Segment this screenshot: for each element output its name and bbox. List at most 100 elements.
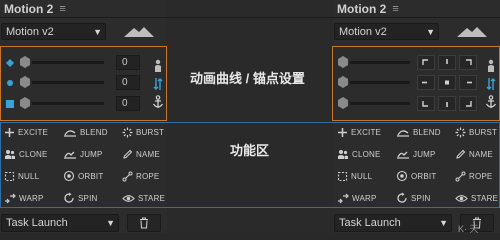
slider-handle-icon[interactable]: [19, 76, 31, 88]
button-label: NAME: [136, 149, 160, 159]
menu-icon[interactable]: ≡: [59, 3, 65, 15]
orbit-icon: [63, 170, 75, 182]
spin-button[interactable]: SPIN: [396, 189, 430, 207]
swap-arrows-icon[interactable]: [153, 77, 163, 91]
name-button[interactable]: NAME: [455, 145, 493, 163]
burst-icon: [455, 127, 466, 137]
task-select[interactable]: Task Launch ▼: [1, 214, 119, 232]
panel-title-text: Motion 2: [337, 2, 387, 16]
slider-track[interactable]: [350, 61, 410, 64]
jump-button[interactable]: JUMP: [63, 145, 103, 163]
panel-title-text: Motion 2: [4, 2, 54, 16]
slider-handle-icon[interactable]: [337, 56, 349, 68]
anchor-bottom-center-button[interactable]: [438, 96, 456, 111]
swap-arrows-icon[interactable]: [486, 77, 496, 91]
delete-button[interactable]: [127, 214, 161, 232]
anchor-middle-left-button[interactable]: [417, 75, 435, 90]
orbit-button[interactable]: ORBIT: [63, 167, 103, 185]
button-label: BURST: [136, 127, 165, 137]
anchor-top-left-button[interactable]: [417, 55, 435, 70]
warp-button[interactable]: WARP: [337, 189, 377, 207]
spin-icon: [397, 192, 407, 203]
blend-button[interactable]: BLEND: [396, 123, 441, 141]
button-label: SPIN: [78, 193, 98, 203]
excite-button[interactable]: EXCITE: [337, 123, 381, 141]
anchor-bottom-right-button[interactable]: [459, 96, 477, 111]
person-icon[interactable]: [153, 59, 163, 73]
person-icon[interactable]: [486, 59, 496, 73]
chevron-down-icon: ▼: [93, 27, 102, 37]
button-label: NAME: [469, 149, 493, 159]
button-label: EXCITE: [351, 127, 382, 137]
anchor-icon[interactable]: [152, 95, 164, 109]
anchor-bottom-left-button[interactable]: [417, 96, 435, 111]
blend-icon: [64, 129, 76, 137]
burst-button[interactable]: BURST: [455, 123, 497, 141]
slider-handle-icon[interactable]: [19, 56, 31, 68]
button-label: STARE: [138, 193, 166, 203]
anchor-top-right-button[interactable]: [459, 55, 477, 70]
panel-title-right[interactable]: Motion 2 ≡: [337, 1, 399, 17]
rope-button[interactable]: ROPE: [455, 167, 492, 185]
spin-icon: [64, 192, 74, 203]
chevron-down-icon: ▼: [426, 27, 435, 37]
square-icon: [6, 100, 14, 108]
stare-button[interactable]: STARE: [455, 189, 498, 207]
slider-value: 0: [122, 57, 128, 68]
button-label: JUMP: [80, 149, 103, 159]
button-label: ROPE: [469, 171, 493, 181]
mountain-logo-icon: [124, 27, 154, 37]
anchor-top-center-button[interactable]: [438, 55, 456, 70]
diamond-icon: [6, 59, 14, 67]
jump-icon: [64, 151, 76, 159]
task-select[interactable]: Task Launch ▼: [334, 214, 452, 232]
clone-button[interactable]: CLONE: [4, 145, 48, 163]
button-label: NULL: [351, 171, 373, 181]
eye-icon: [455, 194, 468, 202]
button-label: BURST: [469, 127, 498, 137]
slider-track[interactable]: [32, 61, 104, 64]
watermark: K· 天: [458, 224, 479, 234]
title-divider: [0, 17, 500, 18]
anchor-middle-right-button[interactable]: [459, 75, 477, 90]
null-button[interactable]: NULL: [4, 167, 39, 185]
button-label: WARP: [352, 193, 377, 203]
rope-icon: [122, 171, 133, 181]
slider-handle-icon[interactable]: [19, 97, 31, 109]
slider-track[interactable]: [350, 81, 410, 84]
jump-button[interactable]: JUMP: [396, 145, 436, 163]
clone-icon: [5, 149, 15, 159]
button-label: JUMP: [413, 149, 436, 159]
button-label: ROPE: [136, 171, 160, 181]
slider-track[interactable]: [32, 81, 104, 84]
name-button[interactable]: NAME: [122, 145, 160, 163]
anchor-icon[interactable]: [485, 95, 497, 109]
slider-handle-icon[interactable]: [337, 97, 349, 109]
button-label: ORBIT: [411, 171, 437, 181]
null-button[interactable]: NULL: [337, 167, 372, 185]
slider-value-field[interactable]: 0: [116, 75, 140, 90]
slider-track[interactable]: [32, 102, 104, 105]
blend-button[interactable]: BLEND: [63, 123, 108, 141]
blend-icon: [397, 129, 409, 137]
menu-icon[interactable]: ≡: [392, 3, 398, 15]
spin-button[interactable]: SPIN: [63, 189, 97, 207]
slider-value-field[interactable]: 0: [116, 55, 140, 70]
warp-icon: [5, 193, 16, 203]
slider-track[interactable]: [350, 102, 410, 105]
slider-value-field[interactable]: 0: [116, 96, 140, 111]
rope-button[interactable]: ROPE: [122, 167, 159, 185]
burst-button[interactable]: BURST: [122, 123, 164, 141]
version-select[interactable]: Motion v2 ▼: [1, 23, 106, 40]
panel-title-left[interactable]: Motion 2 ≡: [4, 1, 66, 17]
orbit-button[interactable]: ORBIT: [396, 167, 436, 185]
excite-button[interactable]: EXCITE: [4, 123, 48, 141]
task-select-value: Task Launch: [6, 217, 68, 229]
clone-button[interactable]: CLONE: [337, 145, 381, 163]
version-select[interactable]: Motion v2 ▼: [334, 23, 439, 40]
stare-button[interactable]: STARE: [122, 189, 165, 207]
anchor-center-button[interactable]: [438, 75, 456, 90]
warp-button[interactable]: WARP: [4, 189, 44, 207]
annotation-curves: 动画曲线 / 锚点设置: [190, 71, 305, 86]
slider-handle-icon[interactable]: [337, 76, 349, 88]
